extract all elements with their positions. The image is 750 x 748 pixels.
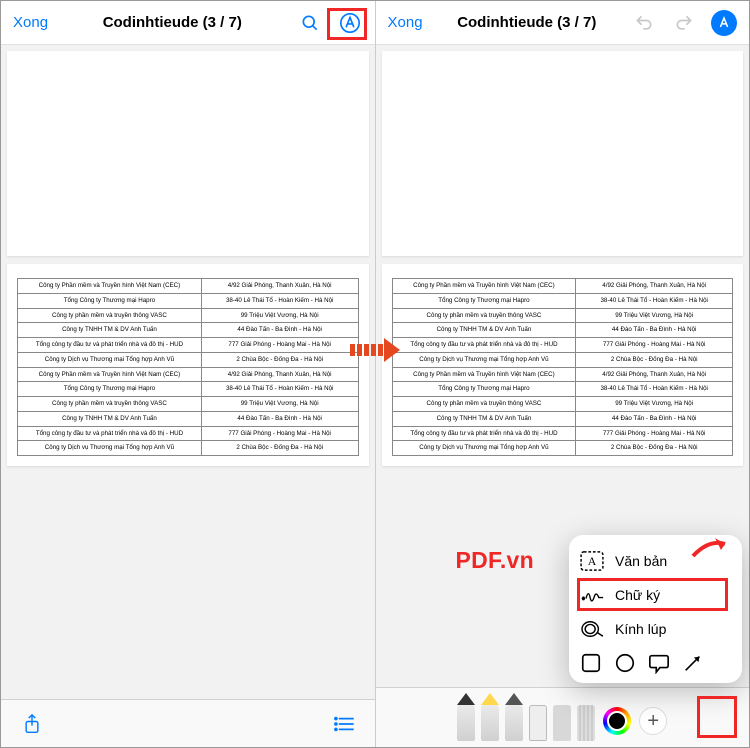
- markup-icon[interactable]: [337, 10, 363, 36]
- table-cell: Tổng công ty đầu tư và phát triển nhà và…: [18, 426, 202, 441]
- table-cell: 4/92 Giải Phóng, Thanh Xuân, Hà Nội: [576, 279, 733, 294]
- table-cell: 2 Chùa Bộc - Đống Đa - Hà Nội: [576, 441, 733, 456]
- table-cell: 4/92 Giải Phóng, Thanh Xuân, Hà Nội: [576, 367, 733, 382]
- markup-icon-active[interactable]: [711, 10, 737, 36]
- table-cell: 777 Giải Phóng - Hoàng Mai - Hà Nội: [201, 338, 358, 353]
- table-cell: Công ty phần mềm và truyền thông VASC: [18, 308, 202, 323]
- pencil-tool[interactable]: [505, 695, 523, 741]
- table-cell: Tổng Công ty Thương mại Hapro: [18, 293, 202, 308]
- table-cell: 2 Chùa Bộc - Đống Đa - Hà Nội: [201, 352, 358, 367]
- panel-left: Xong Codinhtieude (3 / 7) Công ty Phần m…: [1, 1, 376, 747]
- table-cell: Công ty Phần mềm và Truyền hình Việt Nam…: [392, 279, 576, 294]
- table-cell: 99 Triệu Việt Vương, Hà Nội: [576, 397, 733, 412]
- shape-speech-icon[interactable]: [648, 652, 670, 674]
- table-cell: Công ty phần mềm và truyền thông VASC: [18, 397, 202, 412]
- popup-label: Kính lúp: [615, 621, 666, 637]
- table-cell: 99 Triệu Việt Vương, Hà Nội: [201, 397, 358, 412]
- page-title: Codinhtieude (3 / 7): [48, 14, 296, 31]
- redo-icon[interactable]: [671, 10, 697, 36]
- popup-label: Chữ ký: [615, 587, 660, 603]
- ruler-tool[interactable]: [577, 695, 595, 741]
- popup-item-magnifier[interactable]: Kính lúp: [580, 612, 731, 646]
- table-cell: Tổng công ty đầu tư và phát triển nhà và…: [392, 426, 576, 441]
- color-picker[interactable]: [603, 707, 631, 735]
- bottombar-left: [1, 699, 375, 747]
- table-cell: Tổng Công ty Thương mại Hapro: [392, 382, 576, 397]
- share-icon[interactable]: [19, 711, 45, 737]
- page-table: Công ty Phần mềm và Truyền hình Việt Nam…: [382, 264, 744, 466]
- page-blank: [382, 51, 744, 256]
- done-button[interactable]: Xong: [388, 14, 423, 31]
- table-cell: 44 Đào Tấn - Ba Đình - Hà Nội: [576, 323, 733, 338]
- table-cell: 38-40 Lê Thái Tổ - Hoàn Kiếm - Hà Nội: [201, 293, 358, 308]
- pen-tool[interactable]: [457, 695, 475, 741]
- lasso-tool[interactable]: [553, 695, 571, 741]
- table-cell: Tổng công ty đầu tư và phát triển nhà và…: [392, 338, 576, 353]
- popup-shapes-row: [580, 652, 731, 674]
- table-cell: 99 Triệu Việt Vương, Hà Nội: [201, 308, 358, 323]
- table-cell: 44 Đào Tấn - Ba Đình - Hà Nội: [201, 411, 358, 426]
- table-cell: Công ty Dịch vụ Thương mại Tổng hợp Anh …: [392, 441, 576, 456]
- popup-label: Văn bản: [615, 553, 667, 569]
- table-cell: Công ty Dịch vụ Thương mại Tổng hợp Anh …: [18, 441, 202, 456]
- page-blank: [7, 51, 369, 256]
- topbar-right: Xong Codinhtieude (3 / 7): [376, 1, 750, 45]
- done-button[interactable]: Xong: [13, 14, 48, 31]
- list-icon[interactable]: [331, 711, 357, 737]
- watermark: PDF.vn: [456, 547, 534, 574]
- table-cell: 777 Giải Phóng - Hoàng Mai - Hà Nội: [576, 338, 733, 353]
- table-cell: 2 Chùa Bộc - Đống Đa - Hà Nội: [576, 352, 733, 367]
- table-cell: Công ty Dịch vụ Thương mại Tổng hợp Anh …: [18, 352, 202, 367]
- shape-arrow-icon[interactable]: [682, 652, 704, 674]
- table-cell: Công ty Phần mềm và Truyền hình Việt Nam…: [18, 367, 202, 382]
- table-cell: Công ty Phần mềm và Truyền hình Việt Nam…: [392, 367, 576, 382]
- table-cell: 38-40 Lê Thái Tổ - Hoàn Kiếm - Hà Nội: [576, 382, 733, 397]
- table-cell: 4/92 Giải Phóng, Thanh Xuân, Hà Nội: [201, 367, 358, 382]
- table-cell: Công ty TNHH TM & DV Anh Tuấn: [18, 323, 202, 338]
- arrow-annotation-icon: [691, 533, 737, 563]
- transition-arrow-icon: [350, 336, 402, 364]
- table-cell: Tổng Công ty Thương mại Hapro: [18, 382, 202, 397]
- table-cell: Công ty phần mềm và truyền thông VASC: [392, 308, 576, 323]
- table-cell: 38-40 Lê Thái Tổ - Hoàn Kiếm - Hà Nội: [201, 382, 358, 397]
- popup-item-signature[interactable]: Chữ ký: [580, 578, 731, 612]
- table-cell: Tổng Công ty Thương mại Hapro: [392, 293, 576, 308]
- table-cell: 44 Đào Tấn - Ba Đình - Hà Nội: [576, 411, 733, 426]
- svg-text:A: A: [588, 554, 597, 568]
- search-icon[interactable]: [297, 10, 323, 36]
- table-cell: 38-40 Lê Thái Tổ - Hoàn Kiếm - Hà Nội: [576, 293, 733, 308]
- add-button[interactable]: +: [639, 707, 667, 735]
- markup-toolbar: +: [376, 687, 750, 747]
- table-cell: Công ty phần mềm và truyền thông VASC: [392, 397, 576, 412]
- table-cell: Công ty TNHH TM & DV Anh Tuấn: [18, 411, 202, 426]
- add-popup: A Văn bản Chữ ký Kính lúp: [569, 535, 742, 683]
- undo-icon[interactable]: [631, 10, 657, 36]
- topbar-left: Xong Codinhtieude (3 / 7): [1, 1, 375, 45]
- table-cell: 99 Triệu Việt Vương, Hà Nội: [576, 308, 733, 323]
- table-cell: 777 Giải Phóng - Hoàng Mai - Hà Nội: [201, 426, 358, 441]
- table-cell: Công ty Dịch vụ Thương mại Tổng hợp Anh …: [392, 352, 576, 367]
- page-title: Codinhtieude (3 / 7): [423, 14, 631, 31]
- table-cell: 2 Chùa Bộc - Đống Đa - Hà Nội: [201, 441, 358, 456]
- document-content-left: Công ty Phần mềm và Truyền hình Việt Nam…: [1, 45, 375, 699]
- eraser-tool[interactable]: [529, 695, 547, 741]
- table-cell: Tổng công ty đầu tư và phát triển nhà và…: [18, 338, 202, 353]
- table-cell: Công ty Phần mềm và Truyền hình Việt Nam…: [18, 279, 202, 294]
- panel-right: Xong Codinhtieude (3 / 7) Công ty Phần m…: [376, 1, 750, 747]
- table-cell: Công ty TNHH TM & DV Anh Tuấn: [392, 411, 576, 426]
- table-cell: 4/92 Giải Phóng, Thanh Xuân, Hà Nội: [201, 279, 358, 294]
- highlighter-tool[interactable]: [481, 695, 499, 741]
- shape-square-icon[interactable]: [580, 652, 602, 674]
- table-cell: 777 Giải Phóng - Hoàng Mai - Hà Nội: [576, 426, 733, 441]
- table-cell: 44 Đào Tấn - Ba Đình - Hà Nội: [201, 323, 358, 338]
- table-cell: Công ty TNHH TM & DV Anh Tuấn: [392, 323, 576, 338]
- shape-circle-icon[interactable]: [614, 652, 636, 674]
- page-table: Công ty Phần mềm và Truyền hình Việt Nam…: [7, 264, 369, 466]
